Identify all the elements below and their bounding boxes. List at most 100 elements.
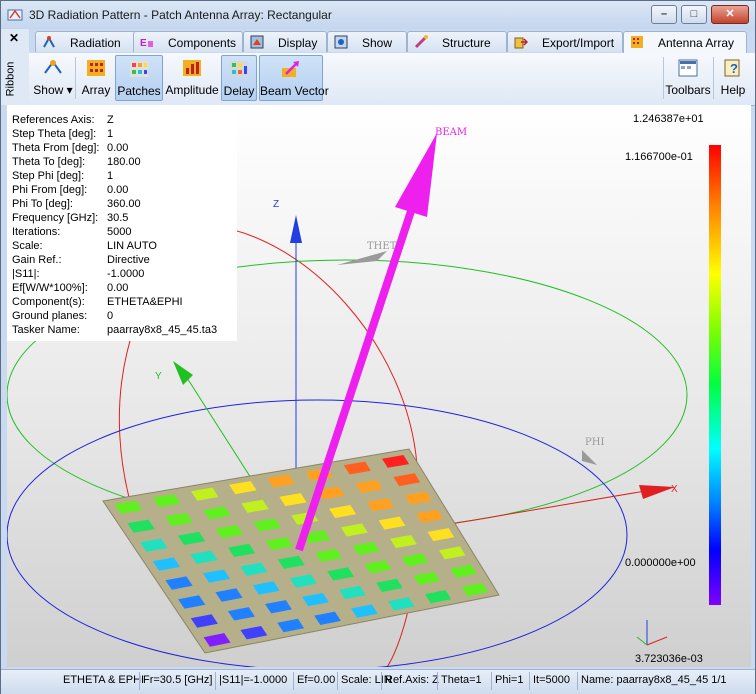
status-item: Ef=0.00 (297, 674, 336, 686)
svg-text:?: ? (730, 61, 738, 76)
status-item: Phi=1 (495, 674, 524, 686)
z-axis-label: Z (273, 199, 279, 210)
ribbon-separator (713, 57, 714, 99)
ribbon-separator (663, 57, 664, 99)
ribbon-close-icon[interactable]: ✕ (9, 31, 19, 45)
minimize-icon: – (660, 8, 668, 20)
info-value: 0.00 (107, 184, 129, 196)
color-scale-bar (709, 145, 721, 605)
status-separator (491, 672, 492, 690)
maximize-icon: □ (690, 8, 698, 20)
status-separator (437, 672, 438, 690)
scale-sub-value: 1.166700e-01 (625, 151, 693, 163)
toolbars-button[interactable]: Toolbars (665, 55, 711, 101)
info-value: ETHETA&EPHI (107, 296, 183, 308)
info-value: 0.00 (107, 282, 129, 294)
info-value: 1 (107, 128, 114, 140)
array-button[interactable]: Array (79, 55, 113, 101)
info-value: paarray8x8_45_45.ta3 (107, 324, 218, 336)
close-button[interactable]: ✕ (711, 5, 749, 24)
help-icon: ? (724, 59, 740, 77)
info-key: Phi From [deg]: (12, 184, 88, 196)
y-axis-label: Y (155, 371, 162, 382)
3d-viewport[interactable]: X Y Z THETA PHI BEAM References Axis: Z … (7, 105, 751, 667)
components-icon: E (140, 38, 153, 49)
tab-radiation[interactable]: Radiation (35, 31, 139, 52)
status-separator (577, 672, 578, 690)
help-button[interactable]: ? Help (715, 55, 751, 101)
info-value: 30.5 (107, 212, 129, 224)
status-separator (337, 672, 338, 690)
status-item: Ref.Axis: Z (385, 674, 439, 686)
info-key: Ground planes: (12, 310, 88, 322)
scale-min-value: 3.723036e-03 (635, 653, 703, 665)
info-key: Theta From [deg]: (12, 142, 100, 154)
radiation-icon (43, 35, 55, 48)
status-separator (293, 672, 294, 690)
info-value: 360.00 (107, 198, 141, 210)
tab-export-import[interactable]: Export/Import (507, 31, 623, 52)
toolbars-icon (678, 59, 698, 77)
beam-vector-icon (282, 61, 299, 77)
theta-marker (337, 251, 387, 265)
info-key: Component(s): (12, 296, 85, 308)
info-key: Theta To [deg]: (12, 156, 86, 168)
triad-y-line (636, 636, 648, 646)
ribbon-tabs: Radiation E Components Display Show Stru… (29, 29, 755, 54)
info-key: Ef[W/W*100%]: (12, 282, 88, 294)
z-axis-arrow (290, 215, 302, 243)
info-value: -1.0000 (107, 268, 145, 280)
info-key: Iterations: (12, 226, 61, 238)
info-value: 180.00 (107, 156, 141, 168)
info-value: 5000 (107, 226, 132, 238)
delay-button[interactable]: Delay (221, 55, 257, 101)
tab-show[interactable]: Show (327, 31, 407, 52)
phi-label: PHI (585, 437, 604, 448)
show-icon (334, 35, 348, 49)
info-key: Step Theta [deg]: (12, 128, 97, 140)
y-axis-arrow (173, 361, 193, 385)
app-window: 3D Radiation Pattern - Patch Antenna Arr… (0, 0, 756, 694)
info-value: 0.00 (107, 142, 129, 154)
status-item: Fr=30.5 [GHz] (143, 674, 213, 686)
status-separator (139, 672, 140, 690)
x-axis-label: X (671, 484, 678, 495)
status-item: It=5000 (533, 674, 571, 686)
patches-button[interactable]: Patches (115, 55, 163, 101)
info-key: Tasker Name: (12, 324, 80, 336)
structure-icon (414, 35, 428, 49)
tab-display[interactable]: Display (243, 31, 327, 52)
tab-antenna-array[interactable]: Antenna Array (623, 31, 747, 54)
info-value: Directive (107, 254, 150, 266)
tab-structure[interactable]: Structure (407, 31, 507, 52)
ribbon-side-label[interactable]: Ribbon (4, 62, 16, 97)
status-item: |S11|=-1.0000 (219, 674, 288, 686)
info-key: Scale: (12, 240, 43, 252)
status-item: Name: paarray8x8_45_45 1/1 (581, 674, 727, 686)
info-key: Gain Ref.: (12, 254, 62, 266)
beam-vector-button[interactable]: Beam Vector (259, 55, 329, 101)
amplitude-button[interactable]: Amplitude (165, 55, 219, 101)
minimize-button[interactable]: – (651, 5, 677, 24)
x-axis-arrow (639, 485, 675, 499)
status-item: Theta=1 (441, 674, 482, 686)
tab-components[interactable]: E Components (133, 31, 243, 52)
close-icon: ✕ (725, 8, 735, 20)
patches-icon (130, 61, 148, 77)
info-key: Phi To [deg]: (12, 198, 73, 210)
info-key: Frequency [GHz]: (12, 212, 99, 224)
antenna-array-icon (631, 36, 643, 48)
show-icon (44, 60, 62, 74)
triad-x-line (646, 636, 668, 646)
info-key: |S11|: (12, 268, 40, 280)
window-title: 3D Radiation Pattern - Patch Antenna Arr… (29, 8, 332, 22)
show-dropdown-button[interactable]: Show ▾ (33, 55, 73, 101)
ribbon-panel: Show ▾ Array Patches Amplitude Delay Bea… (29, 53, 755, 106)
title-bar: 3D Radiation Pattern - Patch Antenna Arr… (1, 1, 755, 29)
info-value: 0 (107, 310, 114, 322)
radiation-pattern-icon (7, 9, 23, 21)
array-icon (87, 60, 105, 76)
maximize-button[interactable]: □ (681, 5, 707, 24)
status-bar: ETHETA & EPHI Fr=30.5 [GHz] |S11|=-1.0000 E… (1, 669, 755, 694)
phi-marker (582, 450, 597, 465)
